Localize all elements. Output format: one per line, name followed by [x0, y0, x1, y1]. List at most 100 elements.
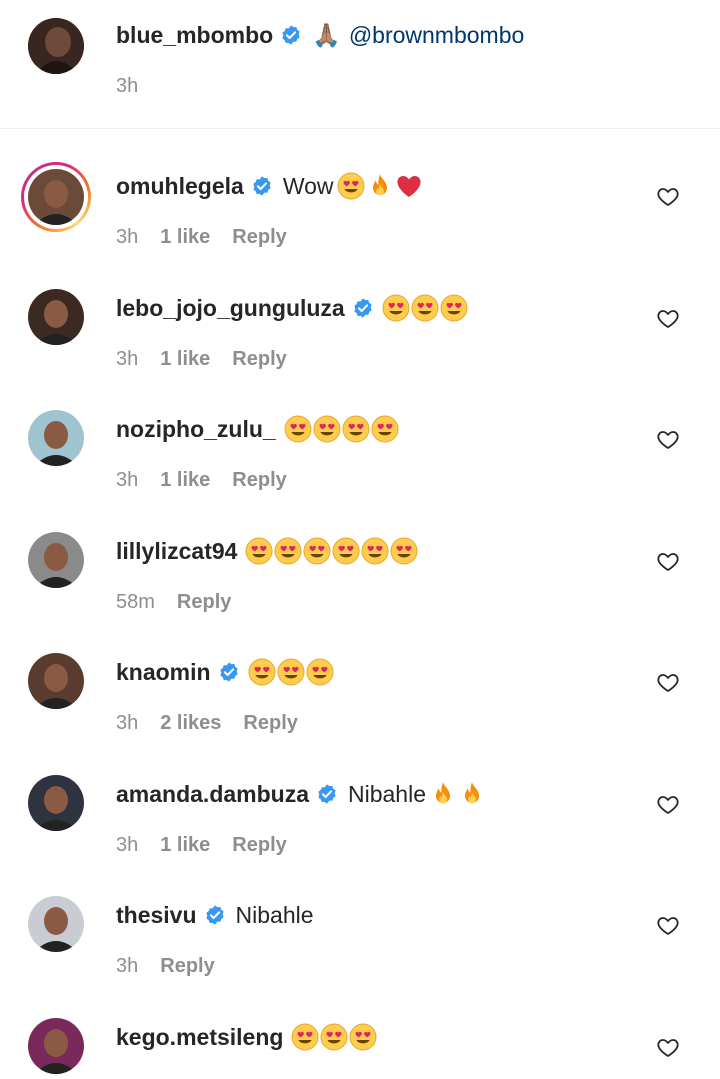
like-heart-icon[interactable]: [656, 792, 680, 816]
comment-timestamp: 3h: [116, 711, 139, 734]
comment-line: omuhlegela Wow: [116, 169, 424, 203]
verified-badge-icon: [218, 661, 240, 683]
post-caption: blue_mbombo 🙏🏽 @brownmbombo 3h: [0, 0, 720, 128]
comment-timestamp: 3h: [116, 347, 139, 370]
verified-badge-icon: [204, 904, 226, 926]
comment-meta: 3h Reply: [116, 952, 215, 980]
comment-emoji-group: [291, 1023, 378, 1051]
commenter-avatar[interactable]: [28, 653, 84, 709]
story-ring[interactable]: [21, 162, 91, 232]
comment-username[interactable]: knaomin: [116, 659, 211, 686]
comment-text: Wow: [282, 172, 334, 199]
reply-button[interactable]: Reply: [232, 226, 286, 249]
comment-username[interactable]: thesivu: [116, 902, 197, 929]
heart-eyes-emoji: [337, 172, 365, 200]
heart-eyes-emoji: [320, 1023, 348, 1051]
heart-eyes-emoji: [411, 294, 439, 322]
comment-username[interactable]: amanda.dambuza: [116, 781, 309, 808]
fire-emoji: [366, 172, 394, 200]
reply-button[interactable]: Reply: [177, 591, 231, 614]
comment-line: thesivu Nibahle: [116, 898, 314, 932]
verified-badge-icon: [251, 175, 273, 197]
commenter-avatar[interactable]: [28, 289, 84, 345]
comment-like-count[interactable]: 1 like: [160, 469, 210, 492]
comment-like-count[interactable]: 1 like: [160, 226, 210, 249]
verified-badge-icon: [280, 24, 302, 46]
commenter-avatar[interactable]: [28, 896, 84, 952]
heart-eyes-emoji: [390, 537, 418, 565]
like-heart-icon[interactable]: [656, 1035, 680, 1059]
heart-eyes-emoji: [382, 294, 410, 322]
comment-emoji-group: [382, 294, 469, 322]
comment-emoji-group: [429, 780, 487, 808]
heart-eyes-emoji: [274, 537, 302, 565]
heart-eyes-emoji: [371, 415, 399, 443]
like-heart-icon[interactable]: [656, 306, 680, 330]
comment-username[interactable]: lebo_jojo_gunguluza: [116, 295, 345, 322]
fire-emoji: [429, 780, 457, 808]
fire-emoji: [458, 780, 486, 808]
comment-username[interactable]: nozipho_zulu_: [116, 416, 276, 443]
caption-meta: 3h: [116, 72, 138, 100]
reply-button[interactable]: Reply: [243, 712, 297, 735]
like-heart-icon[interactable]: [656, 549, 680, 573]
caption-timestamp: 3h: [116, 74, 139, 97]
comment-like-count[interactable]: 1 like: [160, 834, 210, 857]
heart-eyes-emoji: [440, 294, 468, 322]
heart-eyes-emoji: [342, 415, 370, 443]
comment-timestamp: 58m: [116, 590, 155, 613]
commenter-avatar[interactable]: [28, 1018, 84, 1074]
heart-eyes-emoji: [248, 658, 276, 686]
comment-meta: 3h 2 likes Reply: [116, 709, 298, 737]
comment-line: kego.metsileng: [116, 1020, 378, 1054]
like-heart-icon[interactable]: [656, 913, 680, 937]
comment-meta: 3h 1 like Reply: [116, 466, 287, 494]
comment-text: Nibahle: [235, 901, 314, 928]
caption-username[interactable]: blue_mbombo: [116, 22, 273, 49]
commenter-avatar[interactable]: [28, 169, 84, 225]
commenter-avatar[interactable]: [28, 410, 84, 466]
commenter-avatar[interactable]: [28, 532, 84, 588]
comment-username[interactable]: lillylizcat94: [116, 538, 237, 565]
comment-line: amanda.dambuza Nibahle: [116, 777, 487, 811]
verified-badge-icon: [352, 297, 374, 319]
comment-meta: 3h 1 like Reply: [116, 345, 287, 373]
reply-button[interactable]: Reply: [232, 834, 286, 857]
heart-eyes-emoji: [313, 415, 341, 443]
verified-badge-icon: [316, 783, 338, 805]
reply-button[interactable]: Reply: [232, 348, 286, 371]
red-heart-emoji: [395, 172, 423, 200]
comment-emoji-group: [248, 658, 335, 686]
comment-like-count[interactable]: 2 likes: [160, 712, 221, 735]
comment-emoji-group: [245, 537, 419, 565]
comment-like-count[interactable]: 1 like: [160, 348, 210, 371]
like-heart-icon[interactable]: [656, 184, 680, 208]
comment-timestamp: 3h: [116, 468, 139, 491]
comment-timestamp: 3h: [116, 833, 139, 856]
reply-button[interactable]: Reply: [160, 955, 214, 978]
comment-username[interactable]: omuhlegela: [116, 173, 244, 200]
comment-timestamp: 3h: [116, 954, 139, 977]
like-heart-icon[interactable]: [656, 427, 680, 451]
heart-eyes-emoji: [303, 537, 331, 565]
comment-meta: 58m Reply: [116, 588, 231, 616]
caption-line: blue_mbombo 🙏🏽 @brownmbombo: [116, 18, 524, 52]
caption-mention-link[interactable]: @brownmbombo: [349, 22, 524, 49]
heart-eyes-emoji: [361, 537, 389, 565]
caption-divider: [0, 128, 720, 129]
heart-eyes-emoji: [306, 658, 334, 686]
comment-emoji-group: [337, 172, 424, 200]
comment-emoji-group: [284, 415, 400, 443]
comment-text: Nibahle: [348, 780, 426, 807]
comment-username[interactable]: kego.metsileng: [116, 1024, 283, 1051]
like-heart-icon[interactable]: [656, 670, 680, 694]
commenter-avatar[interactable]: [28, 775, 84, 831]
caption-author-avatar[interactable]: [28, 18, 84, 74]
heart-eyes-emoji: [284, 415, 312, 443]
heart-eyes-emoji: [291, 1023, 319, 1051]
comment-meta: 3h 1 like Reply: [116, 831, 287, 859]
comment-line: knaomin: [116, 655, 335, 689]
comment-timestamp: 3h: [116, 225, 139, 248]
comment-line: nozipho_zulu_: [116, 412, 400, 446]
reply-button[interactable]: Reply: [232, 469, 286, 492]
